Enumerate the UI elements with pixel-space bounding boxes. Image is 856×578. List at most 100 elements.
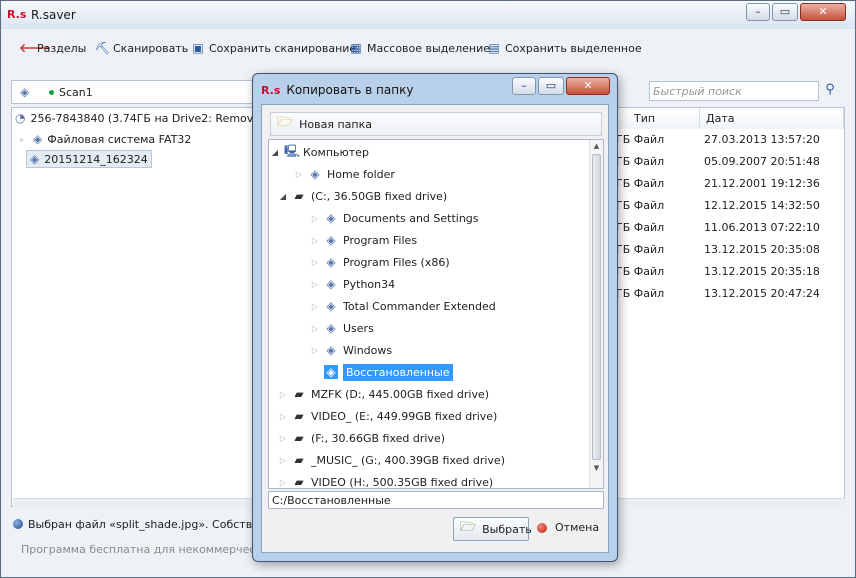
expand-icon[interactable]: ▷ <box>295 170 303 179</box>
tree-item-scan[interactable]: ◈ 20151214_162324 <box>26 150 152 168</box>
mass-select-button[interactable]: ▦ Массовое выделение <box>349 40 490 56</box>
tree-node[interactable]: ▷ ▰ _MUSIC_ (G:, 400.39GB fixed drive) <box>279 450 505 470</box>
expand-icon[interactable]: ▷ <box>311 346 319 355</box>
new-folder-label: Новая папка <box>299 117 372 131</box>
tree-node[interactable]: ▷ ◈ Python34 <box>311 274 395 294</box>
computer-icon: 🖳 <box>284 143 301 158</box>
new-folder-button[interactable]: 🗁 Новая папка <box>270 112 602 136</box>
expand-icon[interactable]: ▷ <box>279 412 287 421</box>
select-button[interactable]: 🗁 Выбрать <box>453 517 532 541</box>
app-logo: R.s <box>7 8 27 21</box>
table-row[interactable]: ГБ Файл 05.09.2007 20:51:48 <box>614 151 844 173</box>
table-row[interactable]: ГБ Файл 13.12.2015 20:35:18 <box>614 261 844 283</box>
expand-icon[interactable]: ▷ <box>279 456 287 465</box>
cell-type: ГБ Файл <box>616 199 665 212</box>
cell-type: ГБ Файл <box>616 133 665 146</box>
table-row[interactable]: ГБ Файл 11.06.2013 07:22:10 <box>614 217 844 239</box>
tree-node[interactable]: ◢ 🖳 Компьютер <box>271 142 369 162</box>
tree-node[interactable]: ▷ ◈ Documents and Settings <box>311 208 479 228</box>
tree-node[interactable]: ▷ ◈ Total Commander Extended <box>311 296 496 316</box>
save-scan-label: Сохранить сканирование <box>209 41 357 55</box>
scroll-thumb[interactable] <box>592 154 601 460</box>
file-list: Тип Дата ГБ Файл 27.03.2013 13:57:20 ГБ Фа… <box>613 107 845 507</box>
tree-node[interactable]: ▷ ▰ (F:, 30.66GB fixed drive) <box>279 428 445 448</box>
tree-node[interactable]: ▷ ▰ VIDEO_ (E:, 449.99GB fixed drive) <box>279 406 497 426</box>
tree-node[interactable]: ▷ ▰ MZFK (D:, 445.00GB fixed drive) <box>279 384 489 404</box>
address-bar[interactable]: ◈ Scan1 <box>11 80 256 104</box>
tree-node[interactable]: ▷ ▰ VIDEO (H:, 500.35GB fixed drive) <box>279 472 493 488</box>
expand-icon[interactable]: ▷ <box>279 434 287 443</box>
dialog-logo: R.s <box>261 83 281 97</box>
scan-label: Сканировать <box>113 41 189 55</box>
tree-node[interactable]: ▷ ◈ Program Files <box>311 230 417 250</box>
table-row[interactable]: ГБ Файл 21.12.2001 19:12:36 <box>614 173 844 195</box>
tree-node[interactable]: ◈ Восстановленные <box>311 362 453 382</box>
cell-date: 27.03.2013 13:57:20 <box>704 133 820 146</box>
drive-icon: ◈ <box>30 152 40 166</box>
vertical-scrollbar[interactable]: ▲ ▼ <box>589 140 603 488</box>
column-type[interactable]: Тип <box>614 108 700 129</box>
scroll-up-icon[interactable]: ▲ <box>590 140 603 152</box>
tree-node-label: _MUSIC_ (G:, 400.39GB fixed drive) <box>311 453 505 467</box>
tree-node-label: Users <box>343 321 374 335</box>
hard-drive-icon: ▰ <box>294 189 304 203</box>
folder-check-icon: 🗁 <box>460 520 477 535</box>
status-selected: Выбран файл «split_shade.jpg». Собственн… <box>13 515 253 533</box>
tree-node[interactable]: ▷ ◈ Program Files (x86) <box>311 252 450 272</box>
expand-icon[interactable]: ▷ <box>311 324 319 333</box>
cancel-button[interactable]: Отмена <box>537 521 599 534</box>
expand-icon[interactable]: ▷ <box>311 214 319 223</box>
scan-icon: ⛏ <box>95 41 111 55</box>
minimize-button[interactable]: – <box>746 3 770 21</box>
dialog-maximize-button[interactable]: ▭ <box>538 77 564 95</box>
hard-drive-icon: ▰ <box>294 409 304 423</box>
collapse-icon[interactable]: ◢ <box>279 192 287 201</box>
collapse-icon[interactable]: ◢ <box>271 148 279 157</box>
selected-path-field[interactable]: C:/Восстановленные <box>268 491 604 509</box>
partitions-button[interactable]: 🡐 Разделы <box>19 40 86 56</box>
info-icon <box>13 519 23 529</box>
expand-icon[interactable]: ▷ <box>311 236 319 245</box>
folder-icon: ◈ <box>326 255 336 269</box>
table-row[interactable]: ГБ Файл 27.03.2013 13:57:20 <box>614 129 844 151</box>
cell-type: ГБ Файл <box>616 177 665 190</box>
dialog-close-button[interactable]: ✕ <box>566 77 610 95</box>
expand-icon[interactable]: ▷ <box>279 478 287 487</box>
tree-node-label: Python34 <box>343 277 396 291</box>
tree-node-label: Program Files (x86) <box>343 255 450 269</box>
expand-icon[interactable]: ▷ <box>311 280 319 289</box>
table-row[interactable]: ГБ Файл 13.12.2015 20:47:24 <box>614 283 844 305</box>
tree-item-fat32[interactable]: ▹ ◈ Файловая система FAT32 <box>20 130 191 148</box>
tree-node[interactable]: ◢ ▰ (C:, 36.50GB fixed drive) <box>279 186 447 206</box>
tree-node[interactable]: ▷ ◈ Users <box>311 318 374 338</box>
expand-icon[interactable]: ▷ <box>279 390 287 399</box>
tree-node-label: Program Files <box>343 233 418 247</box>
table-row[interactable]: ГБ Файл 12.12.2015 14:32:50 <box>614 195 844 217</box>
tree-root[interactable]: ◔ 256-7843840 (3.74ГБ на Drive2: Removab… <box>15 109 291 127</box>
tree-node-label: Total Commander Extended <box>343 299 496 313</box>
tree-node[interactable]: ▷ ◈ Home folder <box>295 164 395 184</box>
scan-button[interactable]: ⛏ Сканировать <box>95 40 188 56</box>
partition-tree: ◔ 256-7843840 (3.74ГБ на Drive2: Removab… <box>11 107 291 507</box>
hard-drive-icon: ▰ <box>294 453 304 467</box>
table-row[interactable]: ГБ Файл 13.12.2015 20:35:08 <box>614 239 844 261</box>
maximize-button[interactable]: ▭ <box>772 3 798 21</box>
save-selected-button[interactable]: ▤ Сохранить выделенное <box>487 40 641 56</box>
save-scan-button[interactable]: ▣ Сохранить сканирование <box>191 40 356 56</box>
tree-node-label: MZFK (D:, 445.00GB fixed drive) <box>311 387 490 401</box>
cell-type: ГБ Файл <box>616 265 665 278</box>
column-date[interactable]: Дата <box>700 108 844 129</box>
search-input[interactable]: Быстрый поиск <box>649 81 819 101</box>
drive-icon: ◈ <box>33 132 43 146</box>
hard-drive-icon: ▰ <box>294 431 304 445</box>
close-button[interactable]: ✕ <box>800 3 846 21</box>
search-icon[interactable]: ⚲ <box>822 82 838 98</box>
tree-node[interactable]: ▷ ◈ Windows <box>311 340 392 360</box>
dialog-body: 🗁 Новая папка ◢ 🖳 Компьютер ▷ ◈ Home folder ◢ ▰… <box>261 104 609 553</box>
expand-icon[interactable]: ▷ <box>311 302 319 311</box>
cell-type: ГБ Файл <box>616 243 665 256</box>
dialog-minimize-button[interactable]: – <box>512 77 536 95</box>
save-icon: ▣ <box>192 41 204 55</box>
scroll-down-icon[interactable]: ▼ <box>590 462 603 474</box>
expand-icon[interactable]: ▷ <box>311 258 319 267</box>
